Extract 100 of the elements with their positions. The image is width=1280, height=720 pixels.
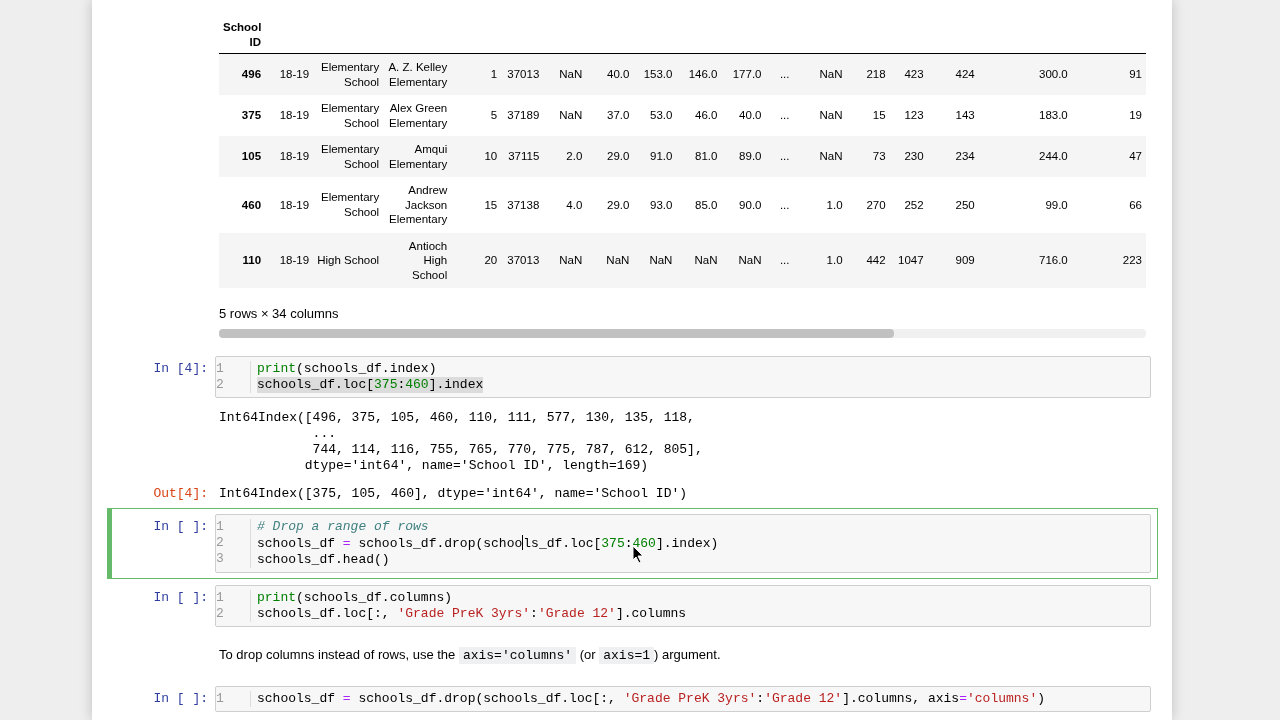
code-line: schools_df.loc[:, 'Grade PreK 3yrs':'Grade 12'].columns [257,606,687,622]
table-cell: 93.0 [633,177,677,233]
table-cell: 81.0 [676,136,722,177]
table-cell: NaN [676,232,722,288]
table-cell: 909 [927,232,979,288]
code-cell[interactable]: In [ ]: 1 2 print(schools_df.columns) schools_df.loc[:, 'Grade PreK 3yrs':'Grade 12'].columns [107,579,1158,633]
table-cell: 143 [927,95,979,136]
table-cell: 47 [1071,136,1146,177]
line-number: 1 [216,361,224,377]
table-cell: NaN [543,95,587,136]
table-cell: 250 [927,177,979,233]
code-editor[interactable]: 1 2 3 # Drop a range of rows schools_df = schools_df.drop(schoo ls_df.loc[375:460].index) schools_df.head() [215,514,1151,573]
code-cell[interactable]: In [4]: 1 2 print(schools_df.index) schools_df.loc[375:460].index [107,350,1158,404]
row-index: 460 [219,177,266,233]
code-editor[interactable]: 1 2 print(schools_df.index) schools_df.loc[375:460].index [215,356,1151,398]
table-cell: 1047 [889,232,928,288]
table-cell: 89.0 [721,136,766,177]
table-cell: 19 [1071,95,1146,136]
table-cell: NaN [586,232,634,288]
shape-label: 5 rows × 34 columns [219,306,339,321]
table-cell: Amqui Elementary [383,136,452,177]
table-cell: 223 [1071,232,1146,288]
table-cell: Andrew Jackson Elementary [383,177,452,233]
table-cell: NaN [543,232,587,288]
input-prompt: In [ ]: [152,690,209,708]
table-cell: High School [313,232,384,288]
table-cell: 18-19 [265,53,314,95]
table-cell: 18-19 [265,95,314,136]
code-line: print(schools_df.index) [257,361,437,377]
table-cell: 37.0 [586,95,634,136]
table-cell: 183.0 [978,95,1072,136]
code-editor[interactable]: 1 schools_df = schools_df.drop(schools_df.loc[:, 'Grade PreK 3yrs':'Grade 12'].columns, axis='columns') [215,686,1151,712]
table-cell: NaN [721,232,766,288]
input-prompt: In [4]: [152,360,209,378]
output-line: 744, 114, 116, 755, 765, 770, 775, 787, 612, 805], [311,442,703,458]
line-number: 2 [216,535,224,551]
table-cell: NaN [793,136,847,177]
code-editor[interactable]: 1 2 print(schools_df.columns) schools_df.loc[:, 'Grade PreK 3yrs':'Grade 12'].columns [215,585,1151,627]
line-number: 1 [216,519,224,535]
table-cell: 146.0 [676,53,722,95]
code-cell[interactable]: In [ ]: 1 schools_df = schools_df.drop(schools_df.loc[:, 'Grade PreK 3yrs':'Grade 12'].columns, axis='columns') [107,680,1158,718]
line-number: 2 [216,377,224,393]
line-number: 1 [216,691,224,707]
table-cell: 37013 [501,53,544,95]
table-cell: NaN [633,232,677,288]
table-cell: NaN [793,95,847,136]
table-cell: 99.0 [978,177,1072,233]
table-cell: 252 [889,177,928,233]
table-cell: 85.0 [676,177,722,233]
table-cell: 716.0 [978,232,1072,288]
row-index: 105 [219,136,266,177]
table-cell: 10 [451,136,502,177]
table-cell: 423 [889,53,928,95]
table-cell: 442 [846,232,890,288]
table-cell: 15 [451,177,502,233]
table-cell: 91 [1071,53,1146,95]
table-cell: 177.0 [721,53,766,95]
code-cell[interactable]: In [ ]: 1 2 3 # Drop a range of rows schools_df = schools_df.drop(schoo ls_df.loc[375:460].index) schools_df.head() [107,508,1158,579]
table-cell: 90.0 [721,177,766,233]
table-cell: Alex Green Elementary [383,95,452,136]
table-cell: 2.0 [543,136,587,177]
table-cell: ... [765,177,794,233]
code-line: # Drop a range of rows [257,519,429,535]
input-prompt: In [ ]: [152,589,209,607]
row-index: 375 [219,95,266,136]
table-cell: Elementary School [313,136,384,177]
table-cell: Elementary School [313,177,384,233]
table-cell: 18-19 [265,136,314,177]
code-line: schools_df = schools_df.drop(schools_df.loc[:, 'Grade PreK 3yrs':'Grade 12'].columns, axis='columns') [257,691,1045,707]
text-cursor-icon [522,535,524,550]
line-number: 1 [216,590,224,606]
table-cell: 1.0 [793,232,847,288]
table-cell: 91.0 [633,136,677,177]
table-cell: ... [765,232,794,288]
table-cell: 4.0 [543,177,587,233]
table-cell: NaN [543,53,587,95]
table-cell: 37189 [501,95,544,136]
table-cell: 15 [846,95,890,136]
table-cell: 66 [1071,177,1146,233]
table-cell: 270 [846,177,890,233]
table-cell: 46.0 [676,95,722,136]
output-line: dtype='int64', name='School ID', length=169) [303,458,649,474]
table-cell: 5 [451,95,502,136]
table-cell: 37138 [501,177,544,233]
table-cell: 40.0 [586,53,634,95]
table-cell: ... [765,136,794,177]
table-cell: Antioch High School [383,232,452,288]
column-header: School ID [219,14,266,54]
table-cell: NaN [793,53,847,95]
table-cell: 244.0 [978,136,1072,177]
table-cell: 123 [889,95,928,136]
table-cell: 18-19 [265,177,314,233]
table-cell: 424 [927,53,979,95]
code-line: print(schools_df.columns) [257,590,453,606]
table-cell: 218 [846,53,890,95]
horizontal-scrollbar[interactable] [219,329,1146,338]
line-number: 3 [216,551,224,567]
code-line: schools_df = schools_df.drop(schoo ls_df.loc[375:460].index) [257,535,719,552]
output-line: Int64Index([496, 375, 105, 460, 110, 111, 577, 130, 135, 118, [219,410,695,426]
code-line: schools_df.head() [257,552,390,568]
